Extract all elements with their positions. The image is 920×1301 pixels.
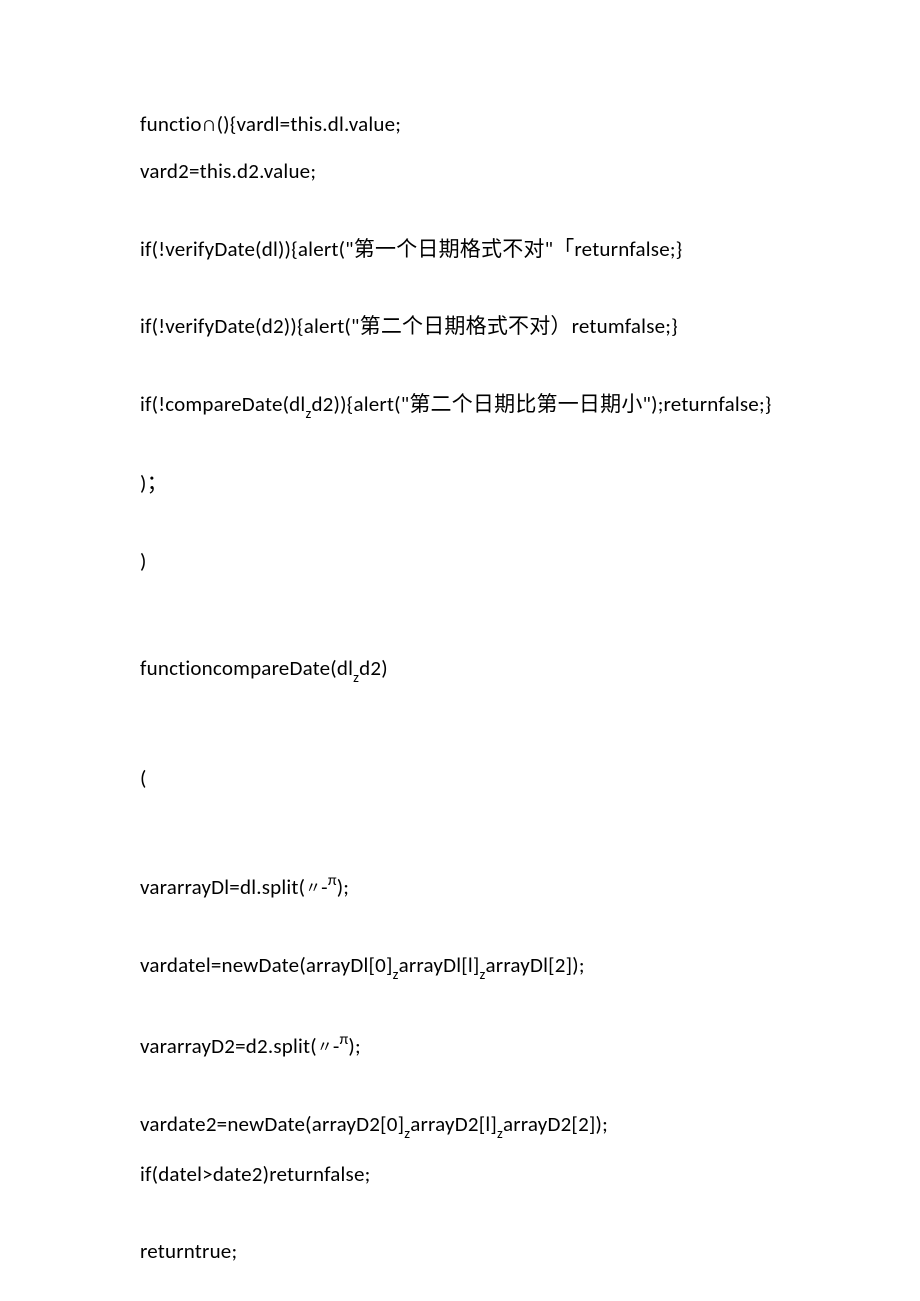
code-fragment: arrayD2[2]);	[503, 1111, 608, 1137]
code-fragment: vararrayD2=d2.split(	[140, 1033, 317, 1059]
code-fragment: if(!verifyDate(d2)){alert("第二个日期格式不对	[140, 313, 550, 339]
code-line-14: if(datel>date2)returnfalse;	[140, 1160, 780, 1189]
code-fragment: π	[328, 871, 337, 890]
code-fragment: arrayDl[l]	[399, 952, 480, 978]
code-fragment: functioncompareDate(dl	[140, 655, 353, 681]
code-fragment: d2)	[359, 655, 388, 681]
code-fragment: arrayD2[l]	[410, 1111, 497, 1137]
code-fragment: );	[348, 1033, 360, 1059]
code-fragment: ）	[550, 313, 571, 339]
code-fragment: z	[393, 965, 399, 983]
code-line-1: functio∩(){vardl=this.dl.value;	[140, 110, 780, 139]
code-line-5: if(!compareDate(dlzd2)){alert("第二个日期比第一日…	[140, 390, 780, 422]
code-line-3: if(!verifyDate(dl)){alert("第一个日期格式不对"「re…	[140, 235, 780, 264]
code-line-11: vardatel=newDate(arrayDl[0]zarrayDl[l]za…	[140, 951, 780, 983]
code-line-12: vararrayD2=d2.split(〃-π);	[140, 1030, 780, 1061]
code-line-10: vararrayDl=dl.split(〃-π);	[140, 871, 780, 902]
code-fragment: "「	[545, 236, 575, 262]
code-line-2: vard2=this.d2.value;	[140, 157, 780, 186]
code-fragment: 〃	[317, 1038, 333, 1057]
code-fragment: π	[339, 1030, 348, 1049]
code-line-7: )	[140, 547, 780, 576]
code-fragment: d2)){alert("第二个日期比第一日期小");returnfalse;}	[311, 391, 771, 417]
code-fragment: -	[321, 874, 328, 900]
code-fragment: arrayDl[2]);	[486, 952, 585, 978]
code-fragment: if(!compareDate(dl	[140, 391, 305, 417]
code-fragment: returnfalse;}	[574, 236, 682, 262]
code-line-8: functioncompareDate(dlzd2)	[140, 654, 780, 686]
code-fragment: retumfalse;}	[572, 313, 678, 339]
code-line-6: )；	[140, 469, 780, 498]
code-line-4: if(!verifyDate(d2)){alert("第二个日期格式不对）ret…	[140, 312, 780, 341]
code-fragment: if(!verifyDate(dl)){alert("第一个日期格式不对	[140, 236, 545, 262]
code-fragment: vardatel=newDate(arrayDl[0]	[140, 952, 393, 978]
code-line-9: (	[140, 764, 780, 793]
code-fragment: vardate2=newDate(arrayD2[0]	[140, 1111, 404, 1137]
code-fragment: z	[480, 965, 486, 983]
code-fragment: z	[497, 1124, 503, 1142]
code-fragment: z	[353, 668, 359, 686]
code-fragment: vararrayDl=dl.split(	[140, 874, 305, 900]
code-fragment: z	[305, 404, 311, 422]
code-line-13: vardate2=newDate(arrayD2[0]zarrayD2[l]za…	[140, 1110, 780, 1142]
code-fragment: 〃	[305, 879, 321, 898]
code-fragment: z	[404, 1124, 410, 1142]
code-line-15: returntrue;	[140, 1237, 780, 1266]
code-fragment: );	[337, 874, 349, 900]
